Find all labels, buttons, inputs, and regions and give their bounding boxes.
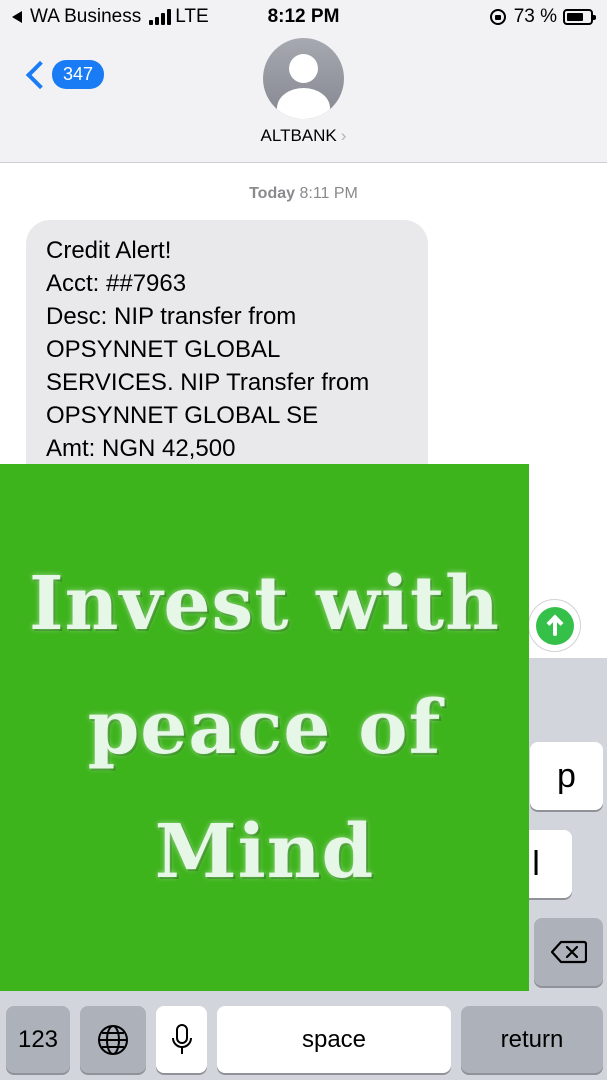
message-line: OPSYNNET GLOBAL SE [46,402,319,429]
message-timestamp: Today 8:11 PM [0,185,607,203]
chevron-right-icon: › [340,126,347,145]
space-key[interactable]: space [217,1006,451,1073]
microphone-icon [171,1023,192,1054]
arrow-up-icon [535,606,574,645]
contact-name-button[interactable]: ALTBANK › [0,126,607,146]
message-line: Credit Alert! [46,237,172,264]
globe-key[interactable] [80,1006,146,1073]
person-icon [289,54,318,83]
message-line: SERVICES. NIP Transfer from [46,369,370,396]
dictation-key[interactable] [156,1006,207,1073]
battery-percent: 73 % [513,6,557,27]
battery-icon [563,9,596,25]
message-line: Acct: ##7963 [46,270,187,297]
backspace-icon [550,940,587,964]
rotation-lock-icon [489,9,506,25]
message-line: OPSYNNET GLOBAL [46,336,281,363]
battery-fill [567,13,584,21]
key-p[interactable]: p [530,742,603,810]
unread-count-badge: 347 [52,60,104,89]
message-line: Amt: NGN 42,500 [46,435,236,462]
chevron-left-icon [25,60,55,89]
message-line: Desc: NIP transfer from [46,303,297,330]
return-key[interactable]: return [461,1006,603,1073]
ad-line: Invest with [29,560,500,647]
contact-name: ALTBANK [260,126,337,145]
ad-line: peace of [87,684,442,771]
person-icon-body [277,88,330,119]
send-button[interactable] [528,599,581,652]
status-right: 73 % [489,6,596,28]
ad-overlay-banner: Invest with peace of Mind [0,464,529,991]
contact-avatar[interactable] [263,38,344,119]
numbers-key[interactable]: 123 [6,1006,70,1073]
status-bar: WA Business LTE 8:12 PM 73 % [0,0,607,34]
conversation-header: 347 ALTBANK › [0,34,607,163]
delete-key[interactable] [534,918,603,986]
globe-icon [98,1024,128,1055]
arrow-up-stem [552,617,557,636]
timestamp-time: 8:11 PM [299,185,358,202]
back-button[interactable]: 347 [24,60,104,89]
ad-text: Invest with peace of Mind [15,542,515,914]
ad-line: Mind [154,808,375,895]
timestamp-day: Today [249,185,296,202]
